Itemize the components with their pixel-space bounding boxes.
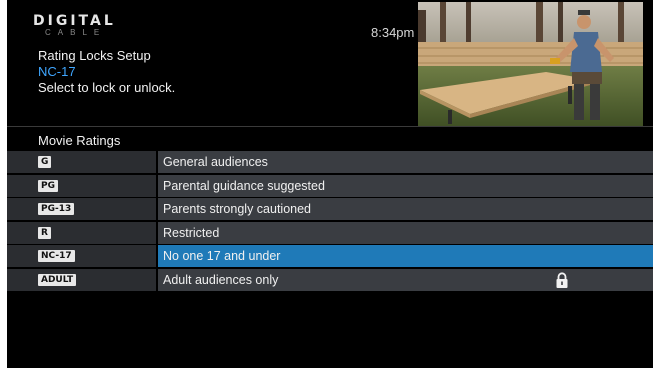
rating-badge: NC-17 [38, 250, 75, 263]
rating-code-cell: G [7, 151, 156, 173]
rating-description-cell: Adult audiences only [158, 268, 653, 291]
rating-row-pg[interactable]: PG Parental guidance suggested [7, 174, 653, 197]
rating-badge: G [38, 156, 52, 168]
rating-code-cell: R [7, 221, 156, 244]
rating-description: General audiences [163, 155, 268, 169]
rating-row-nc-17[interactable]: NC-17 No one 17 and under [7, 245, 653, 268]
live-tv-preview [418, 2, 643, 127]
rating-code-cell: ADULT [7, 268, 156, 291]
section-divider [7, 126, 653, 127]
setup-info: Rating Locks Setup NC-17 Select to lock … [38, 48, 175, 96]
rating-row-pg-13[interactable]: PG-13 Parents strongly cautioned [7, 198, 653, 221]
page-title: Rating Locks Setup [38, 48, 151, 63]
rating-row-g[interactable]: G General audiences [7, 151, 653, 173]
instruction-text: Select to lock or unlock. [38, 80, 176, 95]
logo-main-text: DIGITAL [33, 13, 116, 29]
clock: 8:34pm [371, 25, 415, 40]
rating-code-cell: PG [7, 174, 156, 197]
rating-description: No one 17 and under [163, 249, 281, 264]
rating-badge: PG [38, 179, 58, 192]
rating-description-cell: Restricted [158, 221, 653, 244]
rating-description: Parental guidance suggested [163, 178, 325, 193]
rating-badge: PG-13 [38, 203, 75, 216]
rating-description-cell: General audiences [158, 151, 653, 173]
rating-code-cell: PG-13 [7, 198, 156, 221]
rating-description-cell: Parental guidance suggested [158, 174, 653, 197]
rating-row-adult[interactable]: ADULT Adult audiences only [7, 268, 653, 291]
logo-sub-text: CABLE [45, 28, 107, 37]
tv-guide-screen: DIGITAL CABLE 8:34pm Rating Locks Setup … [7, 0, 653, 368]
rating-badge: ADULT [38, 273, 77, 286]
rating-description: Adult audiences only [163, 272, 279, 287]
section-label: Movie Ratings [38, 133, 121, 148]
rating-code-cell: NC-17 [7, 245, 156, 268]
preview-video-image [418, 2, 643, 127]
lock-icon [555, 272, 569, 289]
rating-description: Restricted [163, 225, 220, 240]
rating-row-r[interactable]: R Restricted [7, 221, 653, 244]
rating-description-cell: Parents strongly cautioned [158, 198, 653, 221]
ratings-list: G General audiences PG Parental guidance… [7, 151, 653, 293]
rating-description-cell: No one 17 and under [158, 245, 653, 268]
rating-badge: R [38, 226, 51, 239]
digital-cable-logo: DIGITAL CABLE [33, 14, 133, 38]
rating-description: Parents strongly cautioned [163, 202, 312, 217]
selected-rating: NC-17 [38, 64, 76, 79]
